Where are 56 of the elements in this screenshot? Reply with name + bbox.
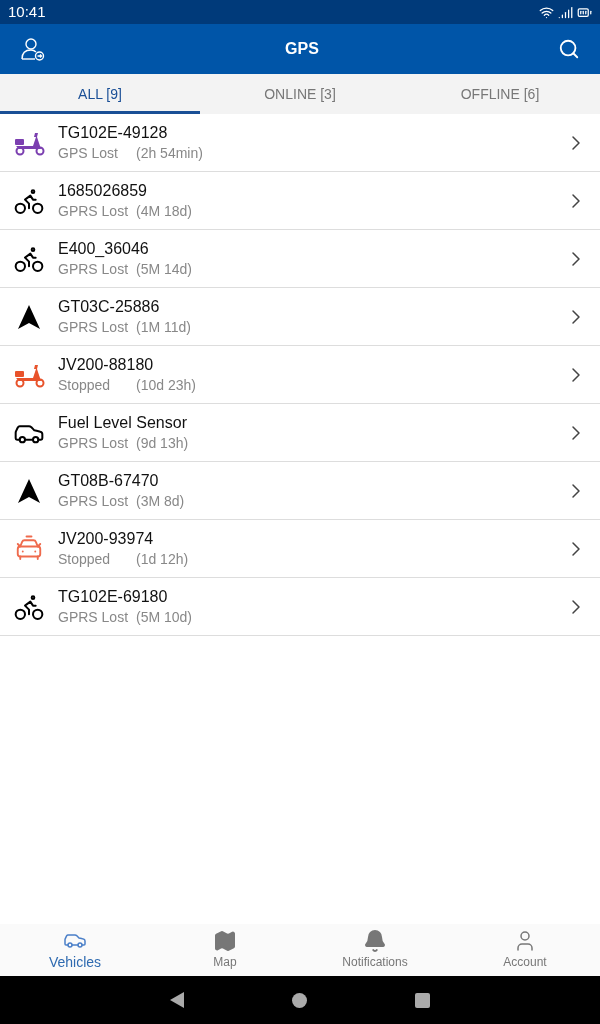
vehicle-name: 1685026859 bbox=[58, 180, 148, 201]
bell-icon bbox=[363, 929, 387, 953]
home-icon[interactable] bbox=[292, 992, 307, 1008]
search-button[interactable] bbox=[558, 38, 580, 60]
filter-tab[interactable]: ONLINE [3] bbox=[200, 74, 400, 114]
vehicle-row[interactable]: TG102E-49128 GPS Lost (2h 54min) bbox=[0, 114, 600, 172]
vehicle-status: GPRS Lost bbox=[58, 317, 130, 337]
vehicle-status: Stopped bbox=[58, 375, 112, 395]
vehicle-name: JV200-93974 bbox=[58, 528, 155, 549]
recents-icon[interactable] bbox=[415, 992, 430, 1008]
vehicle-name: TG102E-49128 bbox=[58, 122, 169, 143]
user-switch-button[interactable] bbox=[20, 36, 46, 62]
status-duration: (4M 18d) bbox=[136, 201, 193, 221]
vehicle-status: GPRS Lost bbox=[58, 491, 130, 511]
status-duration: (5M 10d) bbox=[136, 607, 193, 627]
vehicle-row[interactable]: Fuel Level Sensor GPRS Lost (9d 13h) bbox=[0, 404, 600, 462]
vehicle-status: GPS Lost bbox=[58, 143, 119, 163]
status-duration: (1d 12h) bbox=[136, 549, 189, 569]
nav-tab[interactable]: Vehicles bbox=[0, 924, 150, 976]
vehicle-name: JV200-88180 bbox=[58, 354, 155, 375]
vehicle-name: Fuel Level Sensor bbox=[58, 412, 188, 433]
vehicle-status: GPRS Lost bbox=[58, 433, 130, 453]
vehicle-name: GT08B-67470 bbox=[58, 470, 160, 491]
vehicle-row[interactable]: GT08B-67470 GPRS Lost (3M 8d) bbox=[0, 462, 600, 520]
search-icon bbox=[558, 38, 580, 60]
back-icon[interactable] bbox=[170, 992, 184, 1008]
vehicle-status: GPRS Lost bbox=[58, 259, 130, 279]
vehicle-row[interactable]: JV200-88180 Stopped (10d 23h) bbox=[0, 346, 600, 404]
status-duration: (1M 11d) bbox=[136, 317, 191, 337]
status-duration: (3M 8d) bbox=[136, 491, 185, 511]
wifi-icon bbox=[539, 4, 554, 20]
nav-tab[interactable]: Map bbox=[150, 924, 300, 976]
status-duration: (9d 13h) bbox=[136, 433, 189, 453]
filter-tab[interactable]: ALL [9] bbox=[0, 74, 200, 114]
map-icon bbox=[213, 929, 237, 953]
vehicle-name: E400_36046 bbox=[58, 238, 150, 259]
vehicle-row[interactable]: 1685026859 GPRS Lost (4M 18d) bbox=[0, 172, 600, 230]
filter-tab[interactable]: OFFLINE [6] bbox=[400, 74, 600, 114]
vehicle-row[interactable]: E400_36046 GPRS Lost (5M 14d) bbox=[0, 230, 600, 288]
vehicle-name: TG102E-69180 bbox=[58, 586, 169, 607]
vehicle-status: GPRS Lost bbox=[58, 201, 130, 221]
user-icon bbox=[20, 36, 46, 62]
status-time: 10:41 bbox=[8, 1, 46, 22]
vehicle-status: GPRS Lost bbox=[58, 607, 130, 627]
vehicle-row[interactable]: JV200-93974 Stopped (1d 12h) bbox=[0, 520, 600, 578]
vehicle-row[interactable]: TG102E-69180 GPRS Lost (5M 10d) bbox=[0, 578, 600, 636]
vehicle-name: GT03C-25886 bbox=[58, 296, 161, 317]
nav-tab[interactable]: Account bbox=[450, 924, 600, 976]
status-duration: (10d 23h) bbox=[136, 375, 196, 395]
vehicle-row[interactable]: GT03C-25886 GPRS Lost (1M 11d) bbox=[0, 288, 600, 346]
header-title: GPS bbox=[285, 39, 319, 59]
nav-tab[interactable]: Notifications bbox=[300, 924, 450, 976]
vehicle-status: Stopped bbox=[58, 549, 112, 569]
status-duration: (2h 54min) bbox=[136, 143, 203, 163]
signal-icon bbox=[558, 4, 573, 20]
status-duration: (5M 14d) bbox=[136, 259, 193, 279]
